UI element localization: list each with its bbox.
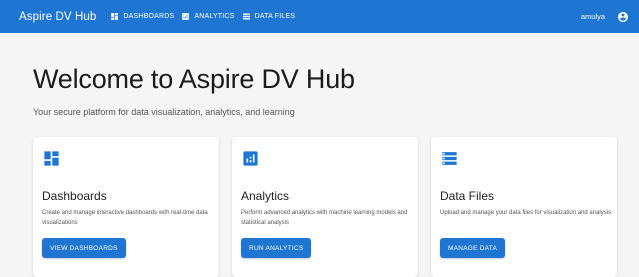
page-subtitle: Your secure platform for data visualizat… <box>33 107 295 117</box>
nav-dashboards[interactable]: DASHBOARDS <box>110 12 174 21</box>
nav-data-files-label: DATA FILES <box>254 13 296 20</box>
card-dashboards: Dashboards Create and manage interactive… <box>33 137 219 277</box>
card-analytics: Analytics Perform advanced analytics wit… <box>232 137 418 277</box>
card-title: Data Files <box>440 189 495 203</box>
card-title: Dashboards <box>42 189 107 203</box>
card-description: Upload and manage your data files for vi… <box>440 210 612 216</box>
app-brand[interactable]: Aspire DV Hub <box>19 11 96 23</box>
manage-data-button[interactable]: MANAGE DATA <box>440 238 506 258</box>
dashboard-icon <box>44 151 59 166</box>
view-dashboards-button[interactable]: VIEW DASHBOARDS <box>42 238 126 258</box>
card-description: Create and manage interactive dashboards… <box>42 210 208 226</box>
analytics-icon <box>182 13 190 20</box>
run-analytics-button[interactable]: RUN ANALYTICS <box>241 238 312 258</box>
list-icon <box>242 13 250 20</box>
card-description: Perform advanced analytics with machine … <box>241 210 408 226</box>
account-button[interactable] <box>617 11 629 23</box>
list-icon <box>442 152 457 165</box>
nav-dashboards-label: DASHBOARDS <box>123 13 175 20</box>
top-nav: DASHBOARDS ANALYTICS DATA FILES <box>110 12 302 21</box>
account-circle-icon <box>618 11 628 22</box>
card-data-files: Data Files Upload and manage your data f… <box>431 137 617 277</box>
card-title: Analytics <box>241 189 290 203</box>
app-bar: Aspire DV Hub DASHBOARDS ANALYTICS DATA … <box>0 0 639 33</box>
nav-data-files[interactable]: DATA FILES <box>242 12 296 21</box>
nav-analytics-label: ANALYTICS <box>194 13 235 20</box>
page-title: Welcome to Aspire DV Hub <box>33 64 355 94</box>
analytics-icon <box>243 151 258 166</box>
username: amulya <box>580 12 605 21</box>
dashboard-icon <box>111 13 119 20</box>
nav-analytics[interactable]: ANALYTICS <box>181 12 234 21</box>
